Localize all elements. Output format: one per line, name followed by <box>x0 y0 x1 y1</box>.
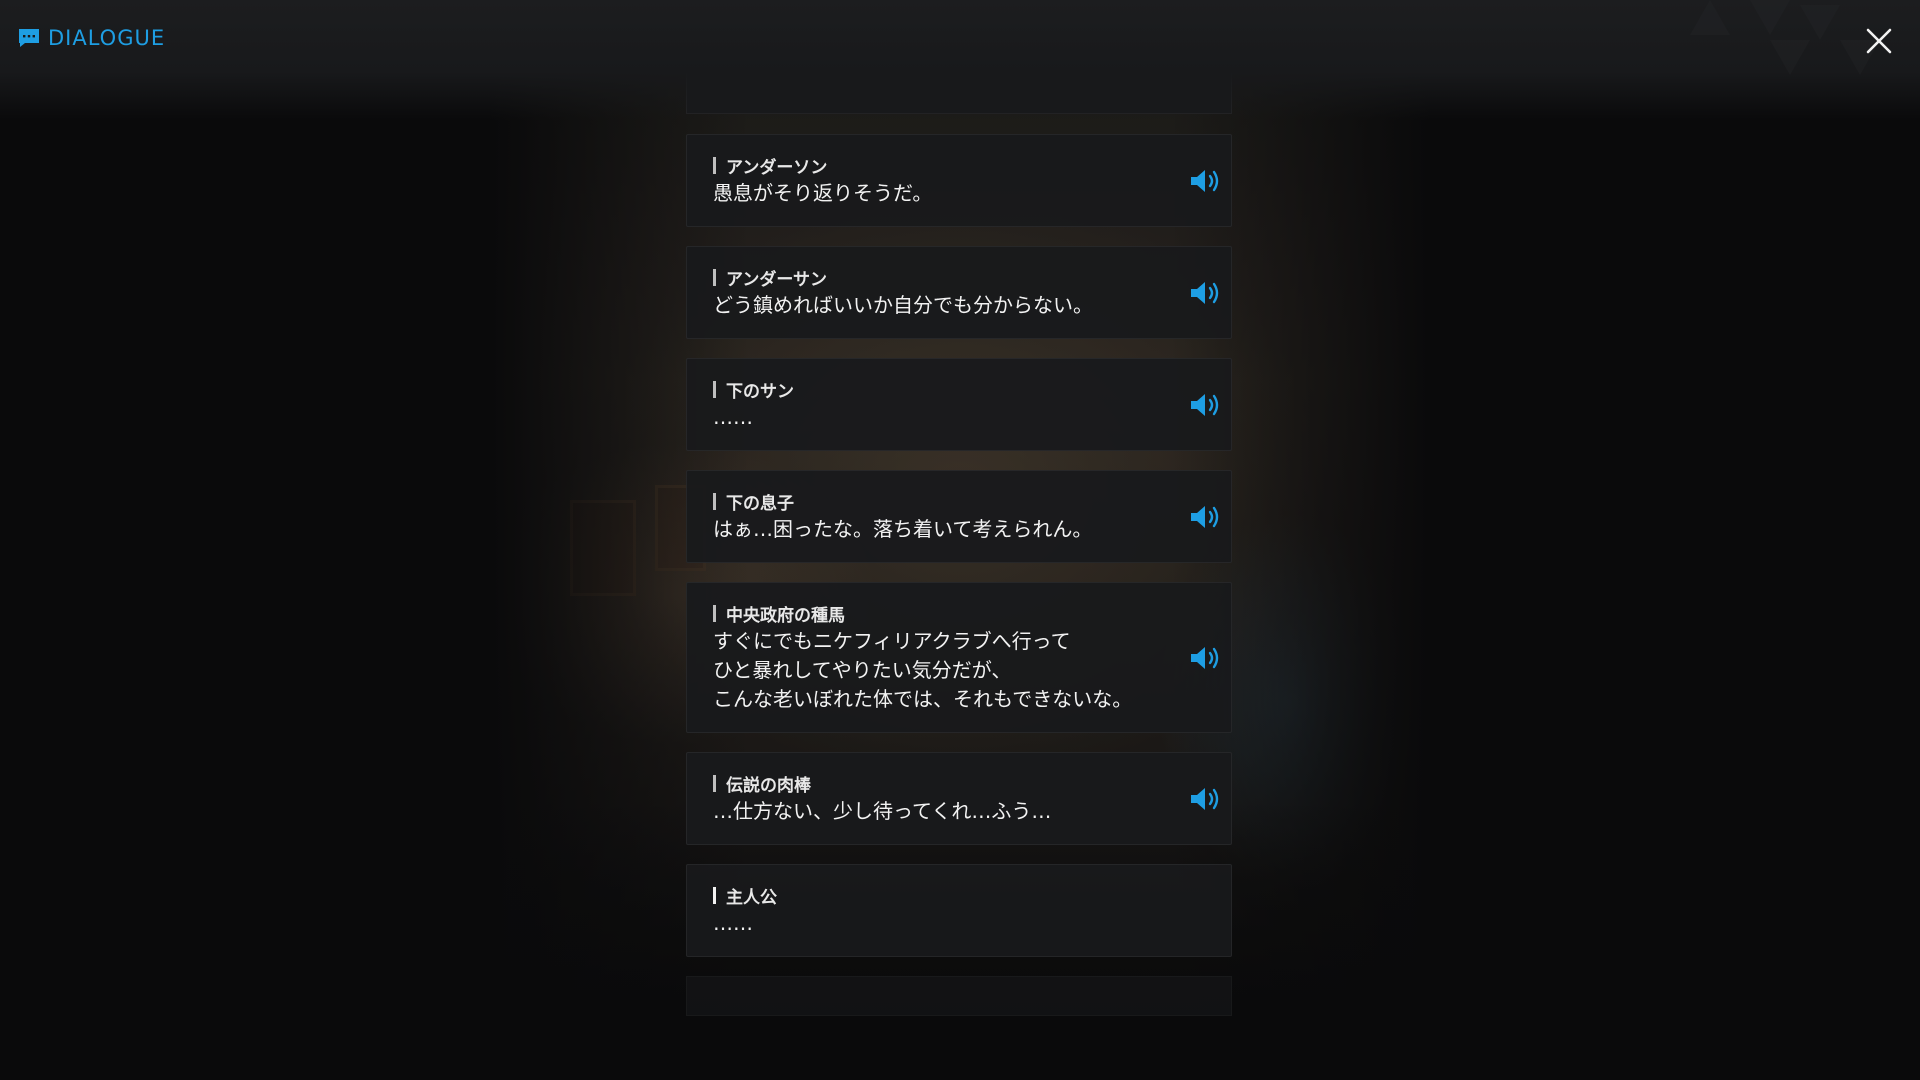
speaker-name: 下のサン <box>726 382 794 402</box>
speaker-icon <box>1191 170 1219 192</box>
speaker-name: アンダーサン <box>726 270 827 290</box>
dialogue-entry: アンダーソン 愚息がそり返りそうだ。 <box>686 134 1232 227</box>
voice-replay-button[interactable] <box>1189 785 1223 813</box>
list-item-partial-bottom <box>686 976 1232 1016</box>
speaker-marker <box>713 381 716 398</box>
voice-replay-button[interactable] <box>1189 644 1223 672</box>
speaker-name: 主人公 <box>726 888 777 908</box>
voice-replay-button[interactable] <box>1189 503 1223 531</box>
voice-replay-button[interactable] <box>1189 391 1223 419</box>
dialogue-entry: 下の息子 はぁ…困ったな。落ち着いて考えられん。 <box>686 470 1232 563</box>
dialogue-line: どう鎮めればいいか自分でも分からない。 <box>713 293 1093 317</box>
speaker-icon <box>1191 506 1219 528</box>
page-title: DIALOGUE <box>48 26 166 50</box>
dialogue-line: …仕方ない、少し待ってくれ…ふう… <box>713 799 1052 823</box>
dialogue-entry: 伝説の肉棒 …仕方ない、少し待ってくれ…ふう… <box>686 752 1232 845</box>
dialogue-line: 愚息がそり返りそうだ。 <box>713 181 933 205</box>
speaker-marker <box>713 493 716 510</box>
voice-replay-button[interactable] <box>1189 279 1223 307</box>
speaker-row: アンダーサン <box>713 265 827 290</box>
speaker-marker <box>713 157 716 174</box>
speaker-name: 下の息子 <box>726 494 794 514</box>
dialogue-entry: アンダーサン どう鎮めればいいか自分でも分からない。 <box>686 246 1232 339</box>
speaker-row: アンダーソン <box>713 153 827 178</box>
dialogue-log-screen: アンダーソン 愚息がそり返りそうだ。 アンダーサン どう鎮めればいいか自分でも分… <box>0 0 1920 1080</box>
speaker-row: 下の息子 <box>713 489 794 514</box>
speaker-row: 下のサン <box>713 377 794 402</box>
speaker-icon <box>1191 394 1219 416</box>
speaker-row: 中央政府の種馬 <box>713 601 845 626</box>
header-bar: DIALOGUE <box>0 0 1920 120</box>
speaker-name: アンダーソン <box>726 158 828 178</box>
chat-bubble-icon <box>19 29 39 47</box>
speaker-marker <box>713 269 716 286</box>
dialogue-entry: 中央政府の種馬 すぐにでもニケフィリアクラブへ行って ひと暴れしてやりたい気分だ… <box>686 582 1232 733</box>
voice-replay-button[interactable] <box>1189 167 1223 195</box>
header-title: DIALOGUE <box>18 26 165 50</box>
dialogue-list[interactable]: アンダーソン 愚息がそり返りそうだ。 アンダーサン どう鎮めればいいか自分でも分… <box>686 0 1234 1080</box>
speaker-name: 伝説の肉棒 <box>726 776 811 796</box>
speaker-marker <box>713 887 716 904</box>
speaker-row: 伝説の肉棒 <box>713 771 811 796</box>
speaker-row: 主人公 <box>713 883 777 908</box>
speaker-marker <box>713 775 716 792</box>
speaker-icon <box>1191 788 1219 810</box>
speaker-name: 中央政府の種馬 <box>726 606 845 626</box>
dialogue-entry: 下のサン …… <box>686 358 1232 451</box>
close-icon <box>1866 28 1892 54</box>
dialogue-entry: 主人公 …… <box>686 864 1232 957</box>
dialogue-line: …… <box>713 405 753 429</box>
dialogue-line: はぁ…困ったな。落ち着いて考えられん。 <box>713 517 1093 541</box>
speaker-icon <box>1191 282 1219 304</box>
speaker-marker <box>713 605 716 622</box>
dialogue-line: すぐにでもニケフィリアクラブへ行って ひと暴れしてやりたい気分だが、 こんな老い… <box>713 629 1133 711</box>
speaker-icon <box>1191 647 1219 669</box>
close-button[interactable] <box>1862 24 1896 58</box>
dialogue-line: …… <box>713 911 753 935</box>
